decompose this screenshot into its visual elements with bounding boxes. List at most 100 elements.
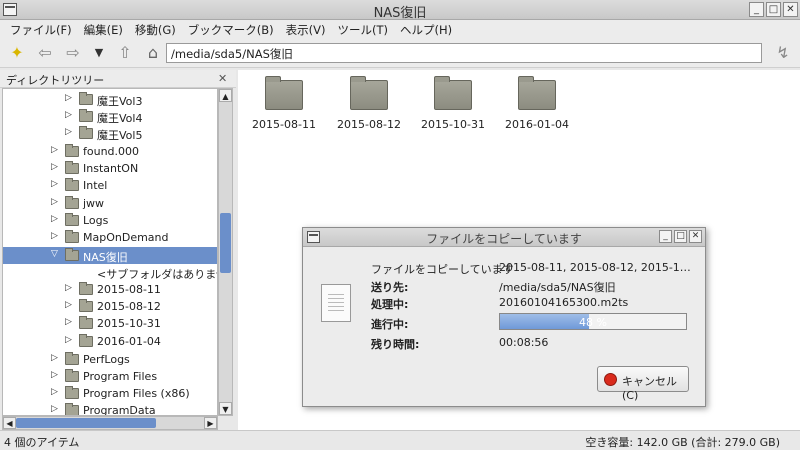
folder-icon bbox=[265, 76, 303, 110]
expander-icon[interactable]: ▷ bbox=[65, 335, 75, 345]
tree-item[interactable]: ▷ jww bbox=[3, 195, 217, 212]
new-tab-icon[interactable]: ✦ bbox=[8, 44, 26, 62]
folder-item[interactable]: 2015-08-11 bbox=[244, 76, 324, 131]
expander-icon[interactable]: ▷ bbox=[51, 387, 61, 397]
menu-go[interactable]: 移動(G) bbox=[129, 20, 182, 38]
copying-label: ファイルをコピーしています bbox=[371, 263, 514, 276]
expander-icon[interactable]: ▷ bbox=[65, 300, 75, 310]
history-dropdown-icon[interactable]: ▼ bbox=[90, 44, 108, 62]
expander-icon[interactable]: ▷ bbox=[65, 317, 75, 327]
tree-item[interactable]: ▷ Program Files (x86) bbox=[3, 385, 217, 402]
expander-icon[interactable]: ▷ bbox=[51, 214, 61, 224]
back-icon[interactable]: ⇦ bbox=[36, 44, 54, 62]
expander-icon[interactable]: ▷ bbox=[51, 404, 61, 414]
copy-progress-dialog: ファイルをコピーしています _ □ ✕ ファイルをコピーしています 2015-0… bbox=[302, 227, 706, 407]
expander-icon[interactable]: ▷ bbox=[65, 93, 75, 103]
path-input[interactable]: /media/sda5/NAS復旧 bbox=[166, 43, 762, 63]
cancel-button[interactable]: キャンセル(C) bbox=[597, 366, 689, 402]
folder-item[interactable]: 2015-08-12 bbox=[329, 76, 409, 131]
expander-icon[interactable]: ▷ bbox=[51, 353, 61, 363]
maximize-button[interactable]: □ bbox=[766, 2, 781, 17]
scroll-up-icon[interactable]: ▲ bbox=[219, 89, 232, 102]
expander-icon[interactable]: ▷ bbox=[65, 127, 75, 137]
item-count: 4 個のアイテム bbox=[4, 436, 80, 449]
tree-item[interactable]: ▷ MapOnDemand bbox=[3, 229, 217, 246]
tree-item[interactable]: ▷ 魔王Vol4 bbox=[3, 108, 217, 125]
folder-icon bbox=[65, 144, 79, 157]
expander-icon[interactable]: ▷ bbox=[51, 370, 61, 380]
forward-icon[interactable]: ⇨ bbox=[64, 44, 82, 62]
tree-item[interactable]: ▷ 2015-10-31 bbox=[3, 315, 217, 332]
dialog-title: ファイルをコピーしています bbox=[426, 232, 582, 246]
close-button[interactable]: ✕ bbox=[783, 2, 798, 17]
tree-item[interactable]: ▷ 魔王Vol5 bbox=[3, 125, 217, 142]
folder-icon bbox=[65, 161, 79, 174]
maximize-button[interactable]: □ bbox=[674, 230, 687, 243]
directory-tree: ▷ 魔王Vol3 ▷ 魔王Vol4 ▷ 魔王Vol5 ▷ found.000 ▷… bbox=[2, 88, 218, 416]
sidebar-close-icon[interactable]: ✕ bbox=[218, 72, 227, 85]
window-titlebar: NAS復旧 _ □ ✕ bbox=[0, 0, 800, 21]
menu-help[interactable]: ヘルプ(H) bbox=[394, 20, 458, 38]
expander-icon[interactable]: ▷ bbox=[65, 283, 75, 293]
expander-icon[interactable]: ▷ bbox=[51, 179, 61, 189]
toolbar: ✦ ⇦ ⇨ ▼ ⇧ ⌂ /media/sda5/NAS復旧 ↯ bbox=[0, 38, 800, 68]
home-icon[interactable]: ⌂ bbox=[144, 44, 162, 62]
menu-tools[interactable]: ツール(T) bbox=[331, 20, 394, 38]
progress-bar: 48 % bbox=[499, 313, 687, 330]
folder-icon bbox=[65, 386, 79, 399]
folder-icon bbox=[79, 126, 93, 139]
free-space: 空き容量: 142.0 GB (合計: 279.0 GB) bbox=[585, 436, 780, 449]
tree-item[interactable]: ▷ Program Files bbox=[3, 368, 217, 385]
destination-label: 送り先: bbox=[371, 281, 409, 294]
tree-item[interactable]: ▷ found.000 bbox=[3, 143, 217, 160]
scroll-thumb[interactable] bbox=[220, 213, 231, 273]
minimize-button[interactable]: _ bbox=[659, 230, 672, 243]
folder-item[interactable]: 2016-01-04 bbox=[497, 76, 577, 131]
scroll-thumb[interactable] bbox=[16, 418, 156, 428]
tree-item[interactable]: ▷ 魔王Vol3 bbox=[3, 91, 217, 108]
menu-bookmarks[interactable]: ブックマーク(B) bbox=[182, 20, 280, 38]
expander-icon[interactable]: ▽ bbox=[51, 249, 61, 259]
folder-item[interactable]: 2015-10-31 bbox=[413, 76, 493, 131]
folder-icon bbox=[79, 316, 93, 329]
menu-file[interactable]: ファイル(F) bbox=[4, 20, 78, 38]
go-icon[interactable]: ↯ bbox=[774, 44, 792, 62]
progress-text: 48 % bbox=[579, 316, 607, 329]
folder-icon bbox=[79, 282, 93, 295]
dialog-titlebar: ファイルをコピーしています _ □ ✕ bbox=[303, 228, 705, 247]
expander-icon[interactable]: ▷ bbox=[51, 162, 61, 172]
expander-icon[interactable]: ▷ bbox=[65, 110, 75, 120]
close-button[interactable]: ✕ bbox=[689, 230, 702, 243]
tree-item[interactable]: ▷ 2016-01-04 bbox=[3, 333, 217, 350]
tree-horizontal-scrollbar[interactable]: ◀ ▶ bbox=[2, 416, 218, 430]
tree-item-empty: <サブフォルダはありません> bbox=[97, 268, 217, 281]
expander-icon[interactable]: ▷ bbox=[51, 197, 61, 207]
tree-item[interactable]: ▷ 2015-08-12 bbox=[3, 298, 217, 315]
tree-vertical-scrollbar[interactable]: ▲ ▼ bbox=[218, 88, 233, 416]
folder-icon bbox=[65, 178, 79, 191]
folder-icon bbox=[65, 369, 79, 382]
scroll-down-icon[interactable]: ▼ bbox=[219, 402, 232, 415]
progress-label: 進行中: bbox=[371, 318, 409, 331]
tree-item[interactable]: ▷ Logs bbox=[3, 212, 217, 229]
tree-item[interactable]: ▷ ProgramData bbox=[3, 402, 217, 415]
status-bar: 4 個のアイテム 空き容量: 142.0 GB (合計: 279.0 GB) bbox=[0, 430, 800, 450]
file-document-icon bbox=[321, 284, 351, 322]
folder-icon bbox=[65, 352, 79, 365]
tree-item-selected[interactable]: ▽ NAS復旧 bbox=[3, 247, 217, 264]
expander-icon[interactable]: ▷ bbox=[51, 145, 61, 155]
up-icon[interactable]: ⇧ bbox=[116, 44, 134, 62]
menu-view[interactable]: 表示(V) bbox=[280, 20, 332, 38]
tree-item[interactable]: ▷ InstantON bbox=[3, 160, 217, 177]
minimize-button[interactable]: _ bbox=[749, 2, 764, 17]
scroll-left-icon[interactable]: ◀ bbox=[3, 417, 16, 429]
folder-icon bbox=[65, 213, 79, 226]
expander-icon[interactable]: ▷ bbox=[51, 231, 61, 241]
processing-label: 処理中: bbox=[371, 298, 409, 311]
tree-item[interactable]: ▷ 2015-08-11 bbox=[3, 281, 217, 298]
tree-item[interactable]: ▷ Intel bbox=[3, 177, 217, 194]
folder-icon bbox=[65, 230, 79, 243]
tree-item[interactable]: ▷ PerfLogs bbox=[3, 351, 217, 368]
scroll-right-icon[interactable]: ▶ bbox=[204, 417, 217, 429]
menu-edit[interactable]: 編集(E) bbox=[78, 20, 129, 38]
